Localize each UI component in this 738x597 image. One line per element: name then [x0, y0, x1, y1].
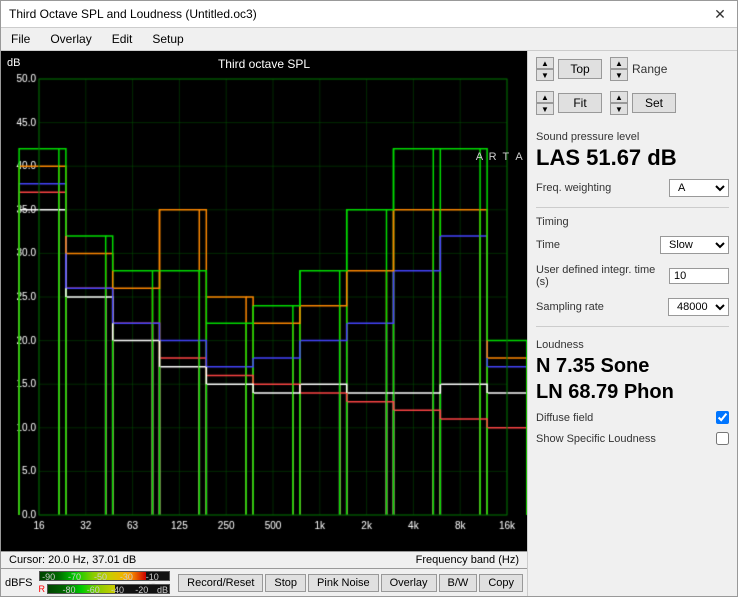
window-title: Third Octave SPL and Loudness (Untitled.…: [9, 7, 257, 21]
spl-title: Sound pressure level: [536, 131, 729, 143]
level-bars: -90 -70 -50 -30 -10 dB R: [39, 570, 171, 595]
fit-button[interactable]: Fit: [558, 93, 602, 113]
diffuse-field-label: Diffuse field: [536, 412, 593, 424]
fit-spin-up[interactable]: ▲: [536, 91, 554, 103]
menu-setup[interactable]: Setup: [148, 30, 187, 48]
user-integ-input[interactable]: [669, 268, 729, 284]
level-row-top: -90 -70 -50 -30 -10 dB: [39, 570, 171, 582]
dbfs-label: dBFS: [5, 577, 33, 589]
menu-overlay[interactable]: Overlay: [46, 30, 95, 48]
range-label: Range: [632, 62, 667, 76]
range-spinner[interactable]: ▲ ▼: [610, 57, 628, 81]
spl-value: LAS 51.67 dB: [536, 145, 729, 171]
loudness-section: Loudness N 7.35 Sone LN 68.79 Phon: [536, 337, 729, 405]
cursor-text: Cursor: 20.0 Hz, 37.01 dB: [9, 554, 136, 566]
diffuse-field-row: Diffuse field: [536, 411, 729, 424]
chart-container: Third octave SPL dB ARTA: [1, 51, 527, 551]
menu-bar: File Overlay Edit Setup: [1, 28, 737, 51]
sampling-rate-row: Sampling rate 44100 48000 96000: [536, 298, 729, 316]
show-specific-checkbox[interactable]: [716, 432, 729, 445]
fit-spinner[interactable]: ▲ ▼: [536, 91, 554, 115]
chart-canvas: [1, 51, 527, 551]
bottom-buttons: Record/Reset Stop Pink Noise Overlay B/W…: [178, 574, 523, 592]
menu-file[interactable]: File: [7, 30, 34, 48]
chart-arta-label: ARTA: [472, 151, 525, 163]
copy-button[interactable]: Copy: [479, 574, 523, 592]
title-bar: Third Octave SPL and Loudness (Untitled.…: [1, 1, 737, 28]
loudness-n-value: N 7.35 Sone: [536, 353, 729, 379]
top-button[interactable]: Top: [558, 59, 602, 79]
dbfs-bar: dBFS -90 -70 -50 -30 -10 dB: [1, 568, 527, 596]
top-spin-down[interactable]: ▼: [536, 69, 554, 81]
set-spin-down[interactable]: ▼: [610, 103, 628, 115]
freq-band-label: Frequency band (Hz): [416, 554, 519, 566]
loudness-ln-value: LN 68.79 Phon: [536, 379, 729, 405]
timing-header: Timing: [536, 216, 729, 228]
freq-weighting-label: Freq. weighting: [536, 182, 611, 194]
chart-area: Third octave SPL dB ARTA Cursor: 20.0 Hz…: [1, 51, 527, 596]
overlay-button[interactable]: Overlay: [381, 574, 437, 592]
show-specific-row: Show Specific Loudness: [536, 432, 729, 445]
pink-noise-button[interactable]: Pink Noise: [308, 574, 379, 592]
main-content: Third octave SPL dB ARTA Cursor: 20.0 Hz…: [1, 51, 737, 596]
record-reset-button[interactable]: Record/Reset: [178, 574, 263, 592]
chart-y-label: dB: [7, 57, 20, 69]
sampling-rate-select[interactable]: 44100 48000 96000: [668, 298, 729, 316]
set-button[interactable]: Set: [632, 93, 676, 113]
top-spin-up[interactable]: ▲: [536, 57, 554, 69]
cursor-info: Cursor: 20.0 Hz, 37.01 dB Frequency band…: [1, 551, 527, 568]
top-spinner[interactable]: ▲ ▼: [536, 57, 554, 81]
level-row-bottom: R -80 -60 -40 -20 dB: [39, 583, 171, 595]
time-label: Time: [536, 239, 560, 251]
spl-section: Sound pressure level LAS 51.67 dB: [536, 131, 729, 173]
stop-button[interactable]: Stop: [265, 574, 306, 592]
range-spin-up[interactable]: ▲: [610, 57, 628, 69]
range-spin-down[interactable]: ▼: [610, 69, 628, 81]
menu-edit[interactable]: Edit: [108, 30, 137, 48]
freq-weighting-select[interactable]: A B C Z: [669, 179, 729, 197]
set-spin-up[interactable]: ▲: [610, 91, 628, 103]
sampling-rate-label: Sampling rate: [536, 301, 604, 313]
diffuse-field-checkbox[interactable]: [716, 411, 729, 424]
close-button[interactable]: ✕: [711, 5, 729, 23]
right-panel: ▲ ▼ Top ▲ ▼ Range ▲ ▼: [527, 51, 737, 596]
loudness-header: Loudness: [536, 339, 729, 351]
show-specific-label: Show Specific Loudness: [536, 433, 656, 445]
user-integ-row: User defined integr. time (s): [536, 264, 729, 288]
fit-spin-down[interactable]: ▼: [536, 103, 554, 115]
time-select[interactable]: Fast Slow Impulse Peak: [660, 236, 729, 254]
main-window: Third Octave SPL and Loudness (Untitled.…: [0, 0, 738, 597]
set-spinner[interactable]: ▲ ▼: [610, 91, 628, 115]
user-integ-label: User defined integr. time (s): [536, 264, 665, 288]
level-r-label: R: [39, 584, 46, 594]
time-row: Time Fast Slow Impulse Peak: [536, 236, 729, 254]
freq-weighting-row: Freq. weighting A B C Z: [536, 179, 729, 197]
bw-button[interactable]: B/W: [439, 574, 478, 592]
